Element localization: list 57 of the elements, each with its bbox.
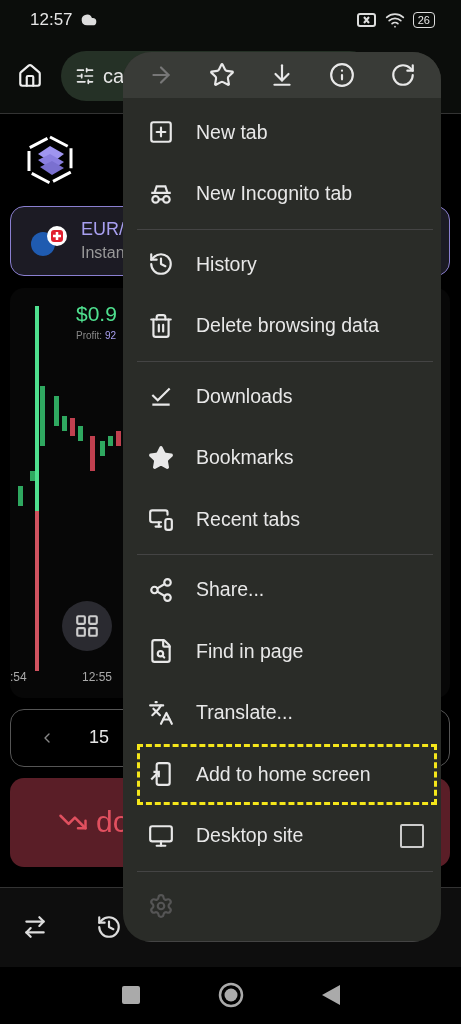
back-icon[interactable] — [321, 985, 340, 1006]
time-label: 12:55 — [82, 669, 113, 684]
url-text: ca — [103, 64, 125, 88]
add-to-home-icon — [148, 761, 174, 788]
candle — [90, 435, 95, 471]
refresh-icon — [389, 61, 416, 88]
trash-icon — [148, 312, 174, 339]
settings-icon — [148, 893, 174, 920]
candle — [78, 425, 83, 441]
info-icon — [329, 61, 356, 88]
menu-item[interactable]: Bookmarks — [137, 427, 437, 489]
recents-icon[interactable] — [121, 986, 140, 1005]
devices-icon — [148, 506, 174, 533]
swap-icon[interactable] — [22, 914, 48, 941]
checkbox[interactable] — [400, 823, 424, 848]
candle — [18, 485, 23, 506]
flags-icon — [29, 223, 69, 258]
monitor-icon — [148, 822, 174, 849]
menu-item[interactable]: Delete browsing data — [137, 295, 437, 357]
menu-item[interactable]: Share... — [137, 559, 437, 621]
pair-name: EUR/ — [81, 219, 125, 241]
highlighted-menu-item[interactable]: Add to home screen — [137, 743, 437, 805]
grid-icon — [74, 612, 100, 639]
menu-item[interactable]: Desktop site — [137, 805, 437, 867]
candle — [100, 440, 105, 456]
grid-button[interactable] — [62, 600, 112, 651]
profit-text: Profit: 92 — [76, 329, 117, 341]
time-label: :54 — [10, 669, 27, 684]
site-settings-icon[interactable] — [75, 66, 95, 87]
translate-icon — [148, 699, 174, 726]
pair-subtitle: Instan — [81, 244, 125, 263]
menu-item[interactable]: Downloads — [137, 365, 437, 427]
share-icon — [148, 576, 174, 603]
menu-item[interactable]: History — [137, 233, 437, 295]
payout-amount: $0.9 — [76, 301, 117, 326]
stake-value: 15 — [89, 727, 110, 749]
candle — [54, 395, 59, 426]
no-sim-icon — [356, 11, 377, 28]
menu-item[interactable]: Find in page — [137, 620, 437, 682]
candle — [116, 430, 121, 446]
find-in-page-icon — [148, 638, 174, 665]
menu-item[interactable]: Translate... — [137, 682, 437, 744]
star-icon — [148, 444, 174, 471]
new-tab-icon — [148, 119, 174, 146]
battery-icon: 26 — [412, 11, 435, 28]
candle — [108, 435, 113, 446]
history-icon — [148, 251, 174, 278]
home-icon[interactable] — [17, 63, 43, 90]
menu-item[interactable]: Recent tabs — [137, 488, 437, 550]
star-icon — [208, 61, 235, 88]
candle — [70, 417, 75, 436]
menu-item[interactable]: New Incognito tab — [137, 163, 437, 225]
menu-item[interactable]: New tab — [137, 101, 437, 163]
history-icon[interactable] — [96, 914, 122, 941]
home-nav-icon[interactable] — [217, 982, 244, 1009]
candle — [62, 415, 67, 431]
status-time: 12:57 — [30, 9, 73, 30]
